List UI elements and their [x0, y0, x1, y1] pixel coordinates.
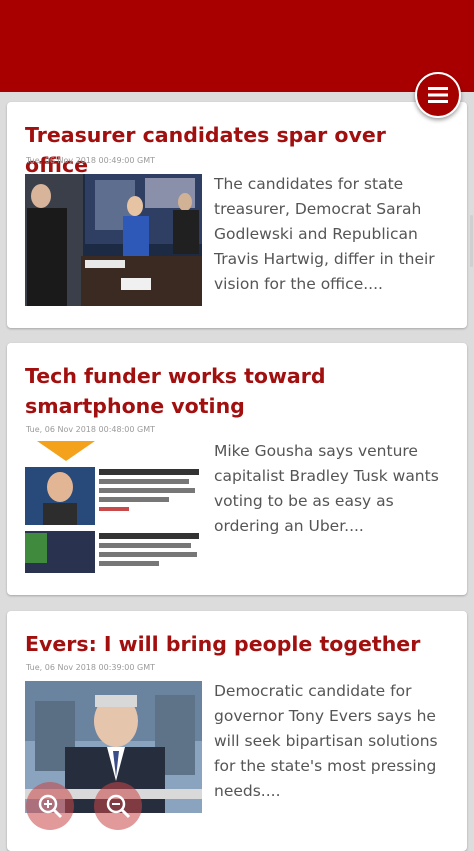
zoom-out-icon — [106, 794, 131, 819]
scroll-indicator[interactable] — [470, 215, 473, 267]
zoom-out-button[interactable] — [94, 782, 142, 830]
article-title[interactable]: Treasurer candidates spar over office — [25, 120, 445, 180]
article-thumbnail[interactable] — [25, 174, 202, 306]
news-collage-image — [25, 441, 202, 573]
article-summary: Democratic candidate for governor Tony E… — [214, 682, 438, 800]
article-card[interactable]: Treasurer candidates spar over office Tu… — [7, 102, 467, 328]
article-date: Tue, 06 Nov 2018 00:48:00 GMT — [26, 425, 155, 434]
article-thumbnail[interactable] — [25, 441, 202, 573]
zoom-in-icon — [38, 794, 63, 819]
article-title[interactable]: Evers: I will bring people together — [25, 629, 445, 659]
article-summary: Mike Gousha says venture capitalist Brad… — [214, 442, 439, 535]
article-summary: The candidates for state treasurer, Demo… — [214, 175, 435, 293]
article-card[interactable]: Tech funder works toward smartphone voti… — [7, 343, 467, 595]
menu-icon — [428, 87, 448, 103]
article-date: Tue, 06 Nov 2018 00:39:00 GMT — [26, 663, 155, 672]
article-title[interactable]: Tech funder works toward smartphone voti… — [25, 361, 445, 421]
article-card[interactable]: Evers: I will bring people together Tue,… — [7, 611, 467, 851]
article-date: Tue, 06 Nov 2018 00:49:00 GMT — [26, 156, 155, 165]
app-header-bar — [0, 0, 474, 92]
debate-studio-image — [25, 174, 202, 306]
zoom-in-button[interactable] — [26, 782, 74, 830]
menu-button[interactable] — [415, 72, 461, 118]
